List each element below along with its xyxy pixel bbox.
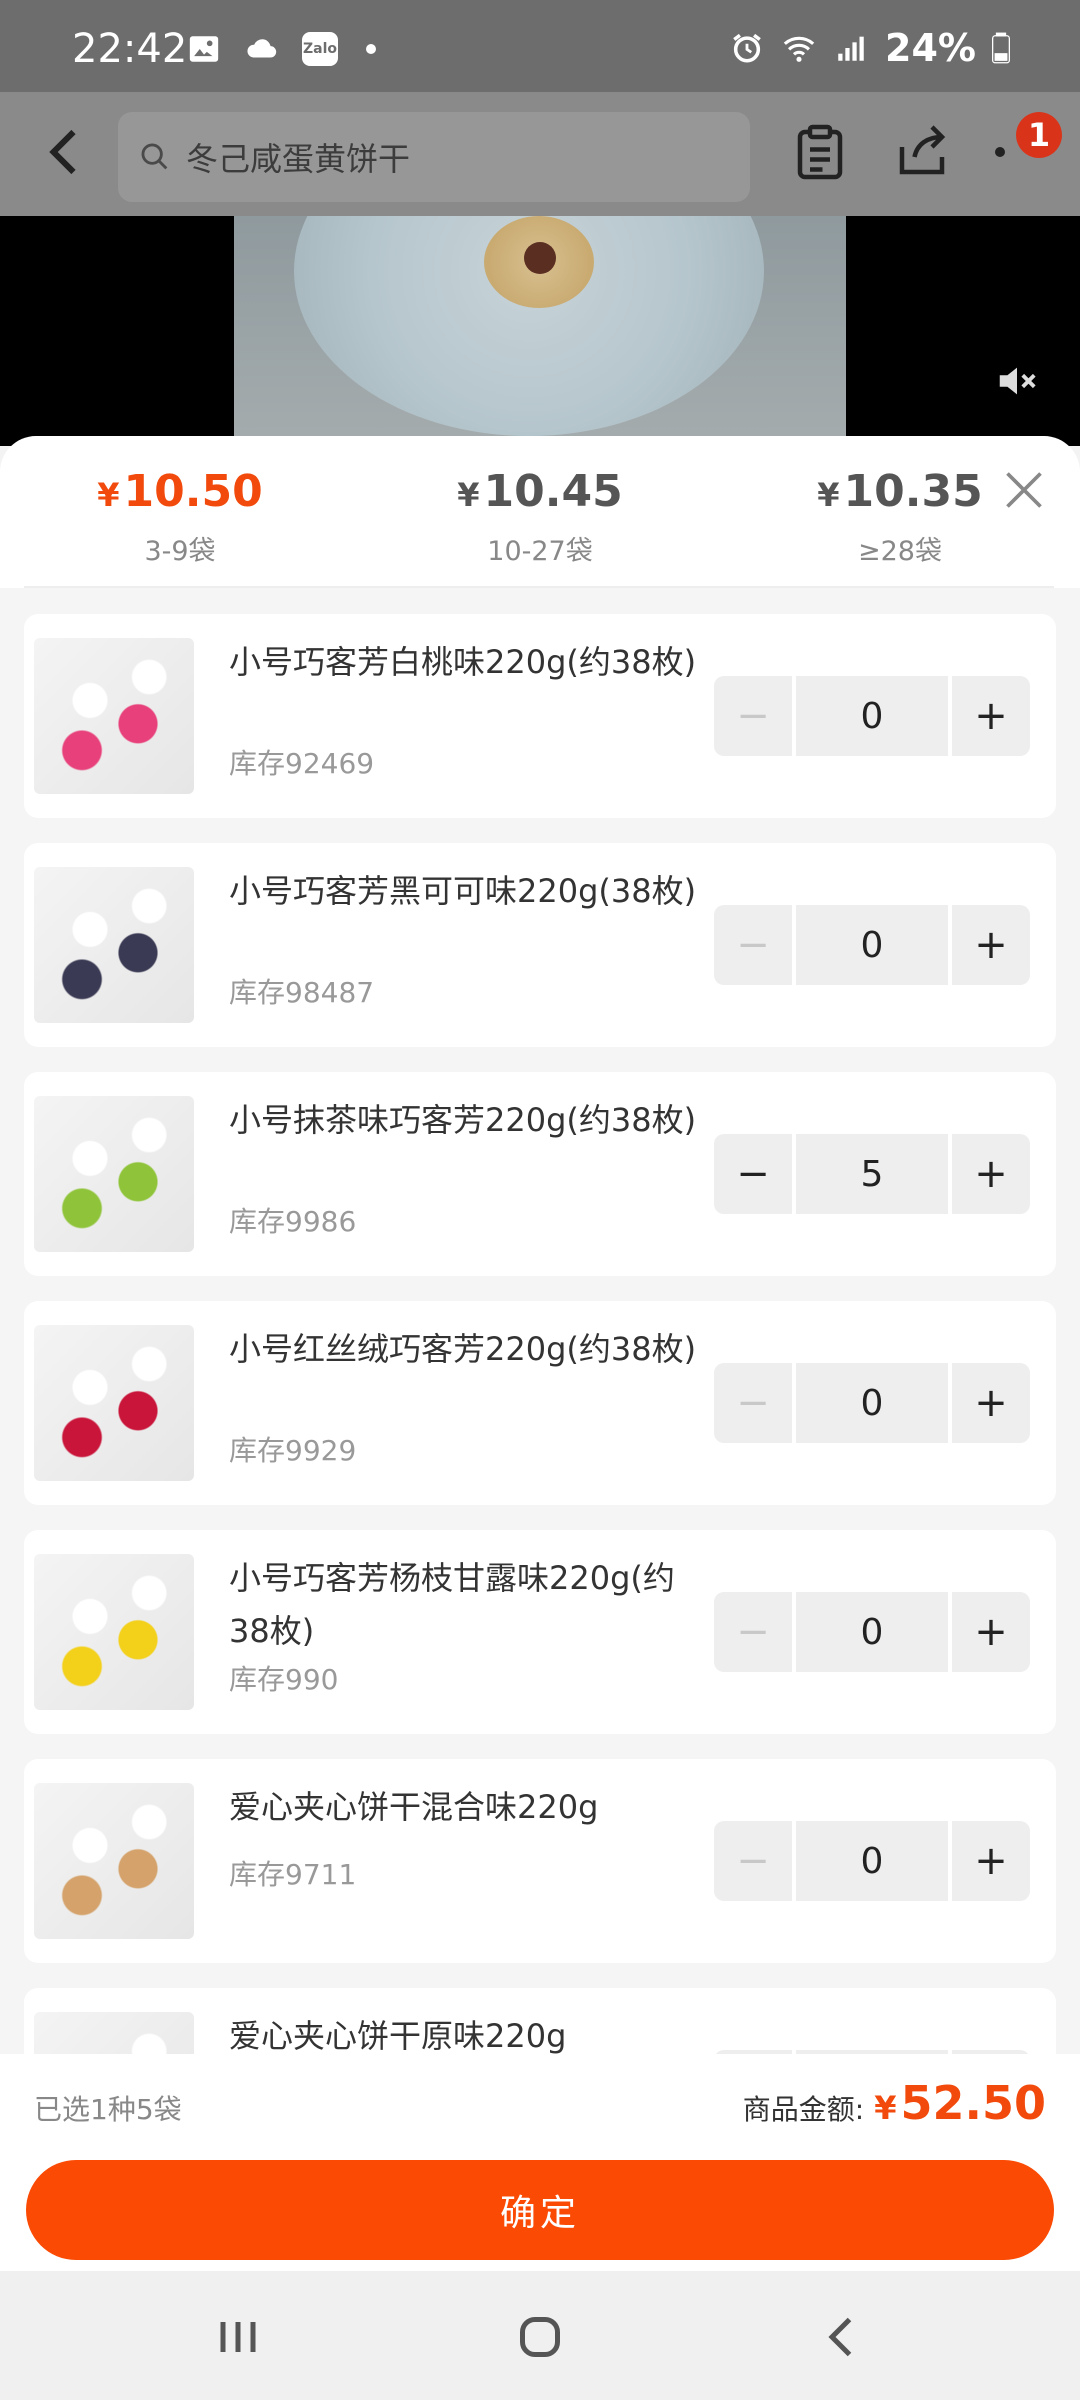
tier-range: 3-9袋: [144, 536, 216, 567]
decrement-button[interactable]: −: [714, 1363, 792, 1443]
decrement-button[interactable]: −: [714, 905, 792, 985]
product-name: 小号巧客芳白桃味220g(约38枚): [229, 643, 697, 681]
search-input[interactable]: 冬己咸蛋黄饼干: [118, 112, 750, 202]
decrement-button[interactable]: −: [714, 1821, 792, 1901]
product-name: 小号红丝绒巧客芳220g(约38枚): [229, 1330, 697, 1368]
product-thumbnail[interactable]: [34, 1325, 194, 1481]
tier-price: 10.50: [123, 466, 263, 517]
increment-button[interactable]: +: [952, 676, 1030, 756]
video-frame: [234, 216, 846, 446]
amount-value: 52.50: [900, 2076, 1046, 2130]
price-tier-1: ¥10.50 3-9袋: [30, 466, 330, 568]
product-stock: 库存990: [229, 1663, 339, 1696]
increment-button[interactable]: +: [952, 1134, 1030, 1214]
product-thumbnail[interactable]: [34, 638, 194, 794]
quantity-stepper: −0+: [714, 905, 1030, 985]
home-icon[interactable]: [510, 2307, 570, 2367]
product-stock: 库存92469: [229, 747, 375, 780]
status-right: 24%: [729, 26, 1010, 70]
recents-icon[interactable]: [208, 2307, 268, 2367]
product-card: 小号抹茶味巧客芳220g(约38枚) 库存9986 −5 +: [24, 1072, 1056, 1276]
product-stock: 库存9929: [229, 1434, 357, 1467]
tier-price: 10.45: [483, 466, 623, 517]
product-thumbnail[interactable]: [34, 867, 194, 1023]
tier-price: 10.35: [843, 466, 983, 517]
product-name: 爱心夹心饼干混合味220g: [229, 1788, 599, 1826]
status-bar: 22:42 Zalo 24%: [0, 0, 1080, 92]
search-text: 冬己咸蛋黄饼干: [186, 140, 411, 178]
image-icon: [189, 36, 219, 62]
product-card: 小号巧客芳黑可可味220g(38枚) 库存98487 −0 +: [24, 843, 1056, 1047]
battery-icon: [992, 32, 1010, 64]
increment-button[interactable]: +: [952, 1592, 1030, 1672]
product-card: 小号巧客芳杨枝甘露味220g(约38枚) 库存990 −0 +: [24, 1530, 1056, 1734]
sku-sheet: ¥10.50 3-9袋 ¥10.45 10-27袋 ¥10.35 ≥28袋 小号…: [0, 436, 1080, 2271]
quantity-stepper: −0+: [714, 1363, 1030, 1443]
heart-filling: [524, 242, 556, 274]
quantity-field[interactable]: 0: [796, 905, 948, 985]
zalo-icon: Zalo: [302, 32, 338, 66]
system-nav-bar: [0, 2271, 1080, 2400]
battery-percent: 24%: [885, 26, 976, 70]
increment-button[interactable]: +: [952, 1363, 1030, 1443]
product-stock: 库存98487: [229, 976, 375, 1009]
cookie-image: [484, 216, 594, 308]
quantity-field[interactable]: 0: [796, 676, 948, 756]
checkout-bar: 已选1种5袋 商品金额: ¥ 52.50 确定: [0, 2054, 1080, 2271]
increment-button[interactable]: +: [952, 1821, 1030, 1901]
confirm-button[interactable]: 确定: [26, 2160, 1054, 2260]
product-name: 小号抹茶味巧客芳220g(约38枚): [229, 1101, 697, 1139]
quantity-stepper: −5 +: [714, 1134, 1030, 1214]
amount-label: 商品金额:: [742, 2093, 865, 2126]
product-list[interactable]: 小号巧客芳白桃味220g(约38枚) 库存92469−0 + 小号巧客芳黑可可味220…: [0, 588, 1080, 2271]
quantity-field[interactable]: 5: [796, 1134, 948, 1214]
status-time: 22:42: [72, 26, 188, 72]
signal-icon: [838, 36, 864, 61]
cloud-icon: [247, 39, 277, 58]
decrement-button[interactable]: −: [714, 1134, 792, 1214]
price-tier-2: ¥10.45 10-27袋: [390, 466, 690, 568]
product-card: 小号红丝绒巧客芳220g(约38枚) 库存9929 −0 +: [24, 1301, 1056, 1505]
quantity-stepper: −0+: [714, 676, 1030, 756]
top-bar: 冬己咸蛋黄饼干 1: [0, 92, 1080, 216]
selected-summary: 已选1种5袋: [34, 2093, 182, 2126]
decrement-button[interactable]: −: [714, 676, 792, 756]
product-thumbnail[interactable]: [34, 1096, 194, 1252]
back-nav-icon[interactable]: [812, 2307, 872, 2367]
search-icon: [141, 143, 168, 170]
product-card: 爱心夹心饼干混合味220g 库存9711 −0 +: [24, 1759, 1056, 1963]
increment-button[interactable]: +: [952, 905, 1030, 985]
product-thumbnail[interactable]: [34, 1783, 194, 1939]
quantity-stepper: −0+: [714, 1821, 1030, 1901]
clipboard-icon[interactable]: [790, 122, 850, 182]
quantity-field[interactable]: 0: [796, 1363, 948, 1443]
product-thumbnail[interactable]: [34, 1554, 194, 1710]
product-card: 小号巧客芳白桃味220g(约38枚) 库存92469 −0 +: [24, 614, 1056, 818]
decrement-button[interactable]: −: [714, 1592, 792, 1672]
product-stock: 库存9986: [229, 1205, 357, 1238]
alarm-icon: [733, 33, 761, 63]
quantity-stepper: −0+: [714, 1592, 1030, 1672]
price-tiers: ¥10.50 3-9袋 ¥10.45 10-27袋 ¥10.35 ≥28袋: [0, 436, 1080, 586]
product-name: 小号巧客芳杨枝甘露味220g(约38枚): [229, 1559, 675, 1650]
mute-icon[interactable]: [994, 358, 1040, 404]
tier-range: 10-27袋: [487, 536, 593, 567]
dot-icon: [366, 44, 376, 54]
wifi-icon: [783, 36, 815, 62]
back-arrow-icon[interactable]: [36, 122, 96, 182]
quantity-field[interactable]: 0: [796, 1592, 948, 1672]
status-left-icons: Zalo: [186, 32, 376, 66]
quantity-field[interactable]: 0: [796, 1821, 948, 1901]
share-icon[interactable]: [892, 122, 952, 182]
total-amount: 商品金额: ¥ 52.50: [742, 2076, 1046, 2130]
close-icon[interactable]: [1002, 468, 1046, 512]
cart-badge: 1: [1016, 112, 1062, 158]
product-stock: 库存9711: [229, 1858, 357, 1891]
product-video[interactable]: [0, 216, 1080, 446]
tier-range: ≥28袋: [858, 536, 942, 567]
product-name: 小号巧客芳黑可可味220g(38枚): [229, 872, 697, 910]
